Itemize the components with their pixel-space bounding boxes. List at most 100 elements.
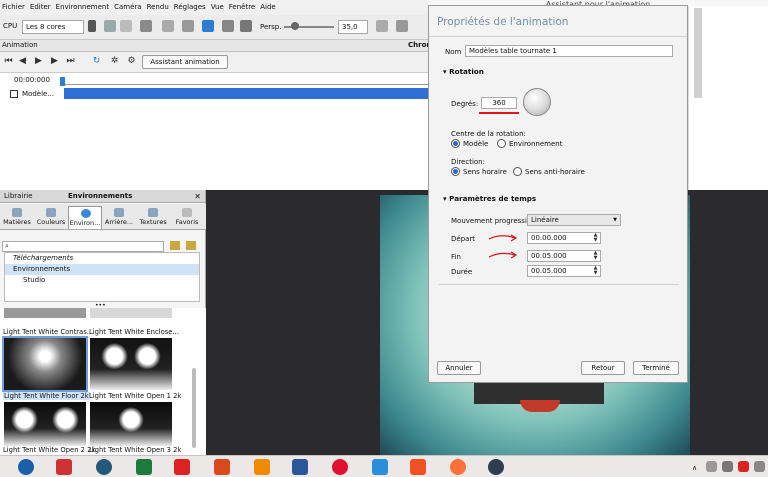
degres-input[interactable]: 360 xyxy=(481,97,517,109)
network-icon[interactable] xyxy=(96,459,112,475)
playhead[interactable] xyxy=(60,77,65,86)
fin-label: Fin xyxy=(451,253,461,261)
firefox-icon[interactable] xyxy=(450,459,466,475)
tray-icon[interactable] xyxy=(706,461,717,472)
bluetooth-icon[interactable] xyxy=(18,459,34,475)
depart-input[interactable]: 00.00.000 ▲ ▼ xyxy=(527,232,601,244)
tree-item-telechargements[interactable]: Téléchargements xyxy=(5,253,199,264)
menu-camera[interactable]: Caméra xyxy=(112,0,144,11)
thumbnail-enclosed[interactable] xyxy=(90,308,172,318)
vlc-icon[interactable] xyxy=(254,459,270,475)
fin-spinner[interactable]: ▲ ▼ xyxy=(592,251,599,261)
excel-icon[interactable] xyxy=(136,459,152,475)
persp-input[interactable]: 35,0 xyxy=(338,20,368,34)
menu-environnement[interactable]: Environnement xyxy=(54,0,112,11)
refresh-icon[interactable] xyxy=(202,20,214,32)
last-frame-icon[interactable]: ⏭ xyxy=(66,56,75,67)
keyshot-icon[interactable] xyxy=(488,459,504,475)
tab-arriere-plans[interactable]: Arrière... xyxy=(102,206,136,229)
fin-input[interactable]: 00.05.000 ▲ ▼ xyxy=(527,250,601,262)
lock-icon[interactable] xyxy=(162,20,174,32)
monitor-icon[interactable] xyxy=(722,461,733,472)
grid-icon[interactable] xyxy=(182,20,194,32)
depart-label: Départ xyxy=(451,235,476,243)
prev-frame-icon[interactable]: ◀ xyxy=(18,56,27,67)
tab-environnements[interactable]: Environ... xyxy=(68,206,102,229)
word-icon[interactable] xyxy=(292,459,308,475)
powerpoint-icon[interactable] xyxy=(214,459,230,475)
menu-reglages[interactable]: Réglages xyxy=(172,0,209,11)
persp-slider-handle[interactable] xyxy=(291,22,299,30)
close-icon[interactable]: ✕ xyxy=(194,192,201,201)
depart-spinner[interactable]: ▲ ▼ xyxy=(592,233,599,243)
tab-matieres[interactable]: Matières xyxy=(0,206,34,229)
rotation-dial[interactable] xyxy=(523,88,551,116)
time-ruler[interactable] xyxy=(62,75,430,85)
gear-icon[interactable]: ⚙ xyxy=(127,56,136,67)
tray-pdf-icon[interactable] xyxy=(738,461,749,472)
camera-icon[interactable] xyxy=(140,20,152,32)
loop-icon[interactable]: ↻ xyxy=(92,56,101,67)
thumbnail-grid: Light Tent White Contras... Light Tent W… xyxy=(0,308,206,455)
right-panel-scrollbar[interactable] xyxy=(694,8,702,98)
drop-icon[interactable] xyxy=(240,20,252,32)
assistant-animation-button[interactable]: Assistant animation xyxy=(142,55,228,69)
app-icon[interactable] xyxy=(56,459,72,475)
timeline-panel: 00:00:000 Modèle... xyxy=(0,72,430,190)
radio-sens-horaire[interactable] xyxy=(451,167,460,176)
tools-icon[interactable] xyxy=(396,20,408,32)
opera-icon[interactable] xyxy=(332,459,348,475)
pause-icon[interactable] xyxy=(88,20,96,32)
radio-modele[interactable] xyxy=(451,139,460,148)
render-icon[interactable] xyxy=(104,20,116,32)
first-frame-icon[interactable]: ⏮ xyxy=(4,56,13,67)
pdf-icon[interactable] xyxy=(174,459,190,475)
duree-spinner[interactable]: ▲ ▼ xyxy=(592,266,599,276)
tray-chevron-icon[interactable]: ∧ xyxy=(692,464,697,472)
materials-icon xyxy=(12,208,22,217)
mouvement-select[interactable]: Linéaire ▼ xyxy=(527,214,621,226)
tree-item-studio[interactable]: Studio xyxy=(5,275,199,286)
taskbar: ∧ xyxy=(0,455,768,477)
package-icon[interactable] xyxy=(372,459,388,475)
thumbnail-open-3[interactable] xyxy=(90,402,172,446)
folder-icon[interactable] xyxy=(170,241,180,250)
thumbnail-floor[interactable] xyxy=(2,336,88,392)
menu-vue[interactable]: Vue xyxy=(209,0,227,11)
temps-section-toggle[interactable]: ▾ Paramètres de temps xyxy=(443,194,536,203)
timeline-bar[interactable] xyxy=(64,88,430,99)
menu-rendu[interactable]: Rendu xyxy=(145,0,172,11)
menu-editer[interactable]: Editer xyxy=(28,0,54,11)
brave-icon[interactable] xyxy=(410,459,426,475)
tree-item-environnements[interactable]: Environnements xyxy=(5,264,199,275)
duree-input[interactable]: 00.05.000 ▲ ▼ xyxy=(527,265,601,277)
menu-aide[interactable]: Aide xyxy=(258,0,278,11)
menu-fichier[interactable]: Fichier xyxy=(0,0,28,11)
settings-icon[interactable]: ✲ xyxy=(110,56,119,67)
nom-input[interactable]: Modèles table tournate 1 xyxy=(465,45,673,57)
track-checkbox[interactable] xyxy=(10,90,18,98)
annuler-button[interactable]: Annuler xyxy=(437,361,481,375)
thumbnail-scrollbar[interactable] xyxy=(192,368,196,448)
radio-sens-anti-horaire[interactable] xyxy=(513,167,522,176)
thumbnail-open-2[interactable] xyxy=(4,402,86,446)
menu-fenetre[interactable]: Fenêtre xyxy=(227,0,258,11)
speaker-icon[interactable] xyxy=(754,461,765,472)
thumbnail-open-1[interactable] xyxy=(90,338,172,390)
thumbnail-contrast[interactable] xyxy=(4,308,86,318)
cpu-select[interactable]: Les 8 cores xyxy=(22,20,84,34)
add-folder-icon[interactable] xyxy=(186,241,196,250)
region-icon[interactable] xyxy=(120,20,132,32)
radio-environnement[interactable] xyxy=(497,139,506,148)
move-icon[interactable] xyxy=(222,20,234,32)
tab-couleurs[interactable]: Couleurs xyxy=(34,206,68,229)
tab-favoris[interactable]: Favoris xyxy=(170,206,204,229)
play-icon[interactable]: ▶ xyxy=(34,56,43,67)
termine-button[interactable]: Terminé xyxy=(633,361,679,375)
view-icon[interactable] xyxy=(376,20,388,32)
retour-button[interactable]: Retour xyxy=(581,361,625,375)
next-frame-icon[interactable]: ▶ xyxy=(50,56,59,67)
tab-textures[interactable]: Textures xyxy=(136,206,170,229)
rotation-section-toggle[interactable]: ▾ Rotation xyxy=(443,67,484,76)
library-search-input[interactable]: ⌕ xyxy=(2,241,164,252)
